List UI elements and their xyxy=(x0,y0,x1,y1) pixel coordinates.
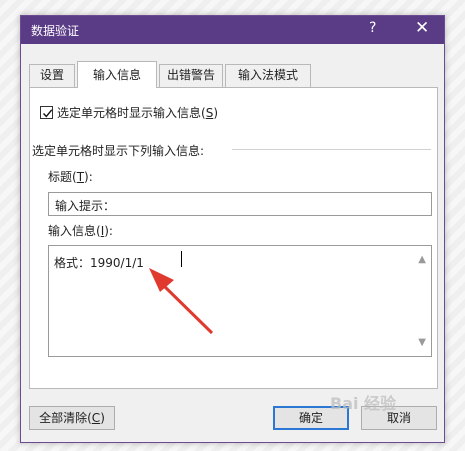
show-input-message-option[interactable]: 选定单元格时显示输入信息(S) xyxy=(40,104,218,121)
tab-settings[interactable]: 设置 xyxy=(29,64,75,87)
title-input[interactable]: 输入提示： xyxy=(48,192,432,216)
section-divider xyxy=(232,149,431,150)
message-text: 格式：1990/1/1 xyxy=(54,256,144,270)
cancel-button[interactable]: 取消 xyxy=(361,406,437,430)
section-label: 选定单元格时显示下列输入信息: xyxy=(32,144,205,158)
title-label: 标题(T): xyxy=(48,170,93,184)
close-button[interactable]: ✕ xyxy=(415,18,429,38)
input-message-panel: 选定单元格时显示输入信息(S) 选定单元格时显示下列输入信息: 标题(T): 输… xyxy=(29,87,438,389)
title-bar: 数据验证 ? ✕ xyxy=(21,16,444,44)
clear-all-button[interactable]: 全部清除(C) xyxy=(29,406,115,430)
scroll-down-icon[interactable]: ▼ xyxy=(418,337,426,348)
checkmark-icon xyxy=(42,109,53,118)
ok-button[interactable]: 确定 xyxy=(273,406,349,430)
text-cursor xyxy=(181,251,182,267)
tab-ime-mode[interactable]: 输入法模式 xyxy=(225,64,311,87)
show-input-message-checkbox[interactable] xyxy=(40,106,53,119)
data-validation-dialog: 数据验证 ? ✕ 设置 输入信息 出错警告 输入法模式 选定单元格时显示输入信息… xyxy=(20,15,445,443)
message-textarea[interactable]: 格式：1990/1/1 ▲ ▼ xyxy=(48,245,432,357)
help-button[interactable]: ? xyxy=(369,20,376,36)
tab-input-message[interactable]: 输入信息 xyxy=(77,61,157,88)
tab-error-alert[interactable]: 出错警告 xyxy=(159,64,223,87)
checkbox-label: 选定单元格时显示输入信息(S) xyxy=(57,106,218,120)
scroll-up-icon[interactable]: ▲ xyxy=(418,254,426,265)
message-label: 输入信息(I): xyxy=(48,224,113,238)
dialog-title: 数据验证 xyxy=(31,24,80,38)
